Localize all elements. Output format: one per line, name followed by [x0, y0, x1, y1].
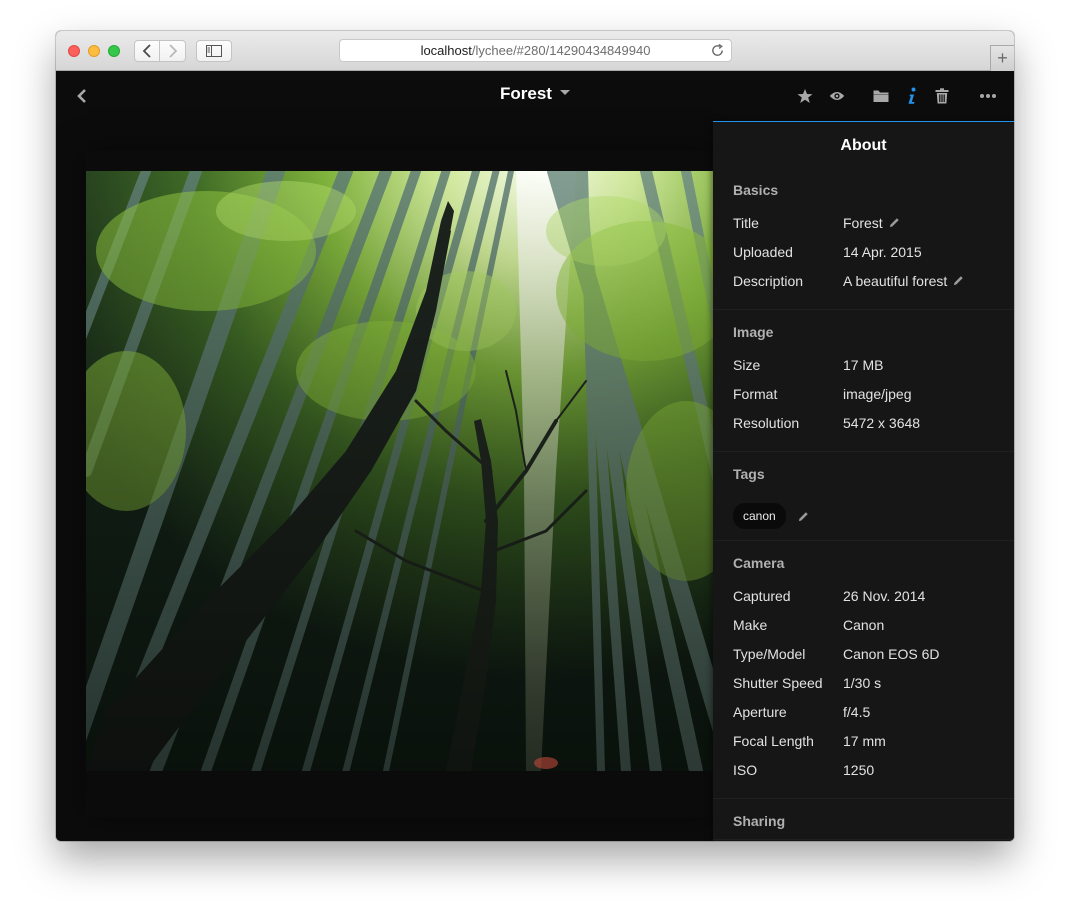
- uploaded-label: Uploaded: [733, 243, 793, 260]
- description-text: A beautiful forest: [843, 272, 948, 289]
- format-row: Format image/jpeg: [733, 379, 1014, 408]
- size-value: 17 MB: [843, 356, 884, 373]
- chevron-left-icon: [142, 44, 151, 58]
- caret-down-icon: [559, 90, 570, 96]
- focal-label: Focal Length: [733, 732, 814, 749]
- camera-heading: Camera: [733, 555, 785, 571]
- pencil-icon[interactable]: [953, 275, 964, 286]
- browser-window: localhost/lychee/#280/14290434849940 + F…: [56, 31, 1014, 841]
- chevron-right-icon: [168, 44, 177, 58]
- delete-button[interactable]: [932, 87, 952, 105]
- visibility-button[interactable]: [827, 87, 847, 105]
- browser-toolbar: localhost/lychee/#280/14290434849940 +: [56, 31, 1014, 71]
- tag-item[interactable]: canon: [733, 503, 786, 529]
- make-row: Make Canon: [733, 610, 1014, 639]
- make-value: Canon: [843, 616, 885, 633]
- sidebar-title: About: [840, 137, 887, 154]
- format-label: Format: [733, 385, 778, 402]
- sidebar-icon: [206, 45, 222, 57]
- image-heading: Image: [733, 324, 774, 340]
- description-row: Description A beautiful forest: [733, 266, 1014, 295]
- minimize-window-button[interactable]: [88, 45, 100, 57]
- sharing-section: Sharing: [713, 799, 1014, 840]
- reload-icon[interactable]: [710, 43, 725, 58]
- back-button[interactable]: [70, 85, 94, 107]
- size-row: Size 17 MB: [733, 350, 1014, 379]
- about-sidebar: About Basics Title Forest Uploaded 14 Ap…: [713, 121, 1014, 841]
- camera-section: Camera Captured 26 Nov. 2014 Make Canon …: [713, 541, 1014, 799]
- shutter-label: Shutter Speed: [733, 674, 823, 691]
- iso-row: ISO 1250: [733, 755, 1014, 784]
- description-label: Description: [733, 272, 804, 289]
- eye-icon: [829, 92, 845, 100]
- photo-title: Forest: [500, 84, 552, 103]
- model-row: Type/Model Canon EOS 6D: [733, 639, 1014, 668]
- tags-section: Tags canon: [713, 452, 1014, 541]
- aperture-value: f/4.5: [843, 703, 871, 720]
- uploaded-row: Uploaded 14 Apr. 2015: [733, 237, 1014, 266]
- url-host: localhost: [420, 43, 472, 58]
- format-value: image/jpeg: [843, 385, 912, 402]
- title-row: Title Forest: [733, 208, 1014, 237]
- more-button[interactable]: [978, 87, 998, 105]
- shutter-value: 1/30 s: [843, 674, 882, 691]
- browser-forward-button[interactable]: [160, 40, 186, 62]
- photo-image[interactable]: [86, 171, 714, 771]
- photo-title-dropdown[interactable]: Forest: [500, 84, 570, 104]
- model-label: Type/Model: [733, 645, 806, 662]
- new-tab-button[interactable]: +: [990, 45, 1014, 71]
- plus-icon: +: [997, 48, 1008, 68]
- star-button[interactable]: [795, 87, 815, 105]
- aperture-row: Aperture f/4.5: [733, 697, 1014, 726]
- url-path: /lychee/#280/14290434849940: [471, 43, 651, 58]
- tags-list: canon: [733, 492, 1014, 540]
- trash-icon: [935, 88, 949, 104]
- sharing-heading: Sharing: [733, 813, 786, 829]
- title-text: Forest: [843, 214, 883, 231]
- pencil-icon[interactable]: [798, 511, 809, 522]
- title-label: Title: [733, 214, 759, 231]
- aperture-label: Aperture: [733, 703, 787, 720]
- browser-back-button[interactable]: [134, 40, 160, 62]
- star-icon: [797, 89, 813, 103]
- folder-icon: [873, 90, 889, 102]
- info-button[interactable]: [902, 87, 922, 105]
- sidebar-toggle-button[interactable]: [196, 40, 232, 62]
- close-window-button[interactable]: [68, 45, 80, 57]
- focal-value: 17 mm: [843, 732, 886, 749]
- model-value: Canon EOS 6D: [843, 645, 940, 662]
- shutter-row: Shutter Speed 1/30 s: [733, 668, 1014, 697]
- title-value[interactable]: Forest: [843, 215, 900, 231]
- resolution-label: Resolution: [733, 414, 800, 431]
- captured-row: Captured 26 Nov. 2014: [733, 581, 1014, 610]
- address-bar[interactable]: localhost/lychee/#280/14290434849940: [339, 39, 732, 62]
- resolution-row: Resolution 5472 x 3648: [733, 408, 1014, 437]
- description-value[interactable]: A beautiful forest: [843, 273, 964, 289]
- captured-label: Captured: [733, 587, 791, 604]
- basics-heading: Basics: [733, 182, 779, 198]
- captured-value: 26 Nov. 2014: [843, 587, 926, 604]
- image-section: Image Size 17 MB Format image/jpeg Resol…: [713, 310, 1014, 452]
- tags-heading: Tags: [733, 466, 765, 482]
- info-icon: [908, 87, 916, 104]
- photo-header: Forest: [56, 71, 1014, 121]
- lychee-app: Forest About Basics Title Forest Uploade…: [56, 71, 1014, 841]
- chevron-left-icon: [77, 89, 86, 103]
- iso-value: 1250: [843, 761, 875, 778]
- uploaded-value: 14 Apr. 2015: [843, 243, 922, 260]
- move-button[interactable]: [871, 87, 891, 105]
- forest-photo: [86, 171, 714, 771]
- focal-row: Focal Length 17 mm: [733, 726, 1014, 755]
- iso-label: ISO: [733, 761, 758, 778]
- size-label: Size: [733, 356, 761, 373]
- more-icon: [980, 94, 996, 98]
- basics-section: Basics Title Forest Uploaded 14 Apr. 201…: [713, 168, 1014, 310]
- pencil-icon[interactable]: [889, 217, 900, 228]
- zoom-window-button[interactable]: [108, 45, 120, 57]
- resolution-value: 5472 x 3648: [843, 414, 921, 431]
- make-label: Make: [733, 616, 768, 633]
